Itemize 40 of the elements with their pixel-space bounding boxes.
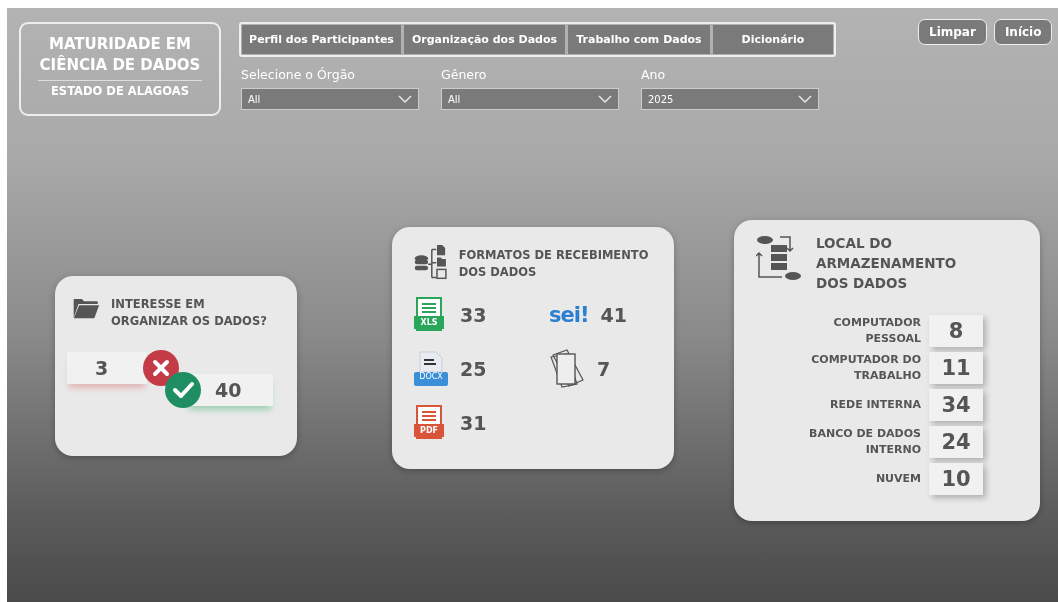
format-count: 7 <box>597 358 611 380</box>
action-button[interactable]: Início <box>993 19 1053 45</box>
storage-count-box: 10 <box>929 463 983 495</box>
filter-dropdown[interactable]: All <box>441 88 619 110</box>
report-subtitle: ESTADO DE ALAGOAS <box>51 84 189 98</box>
storage-label: BANCO DE DADOS INTERNO <box>808 426 921 458</box>
chevron-down-icon <box>598 95 612 103</box>
storage-count-box: 34 <box>929 389 983 421</box>
storage-label: COMPUTADOR DO TRABALHO <box>810 352 921 384</box>
papers-icon <box>549 349 585 389</box>
nav-tab[interactable]: Trabalho com Dados <box>568 25 710 54</box>
no-count-box: 3 <box>67 352 147 384</box>
chevron-down-icon <box>398 95 412 103</box>
format-count: 33 <box>460 304 487 326</box>
nav-tab[interactable]: Perfil dos Participantes <box>242 25 401 54</box>
filter-label: Ano <box>641 67 667 82</box>
format-count: 41 <box>600 304 627 326</box>
card-title: LOCAL DO ARMAZENAMENTO DOS DADOS <box>816 234 958 293</box>
format-count: 25 <box>460 358 487 380</box>
card-title: FORMATOS DE RECEBIMENTO DOS DADOS <box>458 247 650 281</box>
cloud-server-icon <box>756 233 804 283</box>
check-icon <box>165 372 201 408</box>
filter-label: Gênero <box>441 67 488 82</box>
storage-count-box: 24 <box>929 426 983 458</box>
nav-tab[interactable]: Organização dos Dados <box>404 25 565 54</box>
filter-dropdown[interactable]: 2025 <box>641 88 819 110</box>
storage-count-box: 11 <box>929 352 983 384</box>
filter-label: Selecione o Órgão <box>241 67 356 82</box>
action-button[interactable]: Limpar <box>918 19 987 45</box>
storage-label: NUVEM <box>874 471 921 487</box>
nav-tab[interactable]: Dicionário <box>713 25 833 54</box>
report-title: MATURIDADE EM CIÊNCIA DE DADOS <box>37 34 203 81</box>
storage-count-box: 8 <box>929 315 983 347</box>
chevron-down-icon <box>798 95 812 103</box>
format-count: 31 <box>460 412 487 434</box>
sei-logo: sei! <box>549 303 589 327</box>
card-title: INTERESSE EM ORGANIZAR OS DADOS? <box>111 296 268 330</box>
filter-dropdown[interactable]: All <box>241 88 419 110</box>
storage-label: COMPUTADOR PESSOAL <box>832 315 921 347</box>
storage-label: REDE INTERNA <box>829 397 921 413</box>
